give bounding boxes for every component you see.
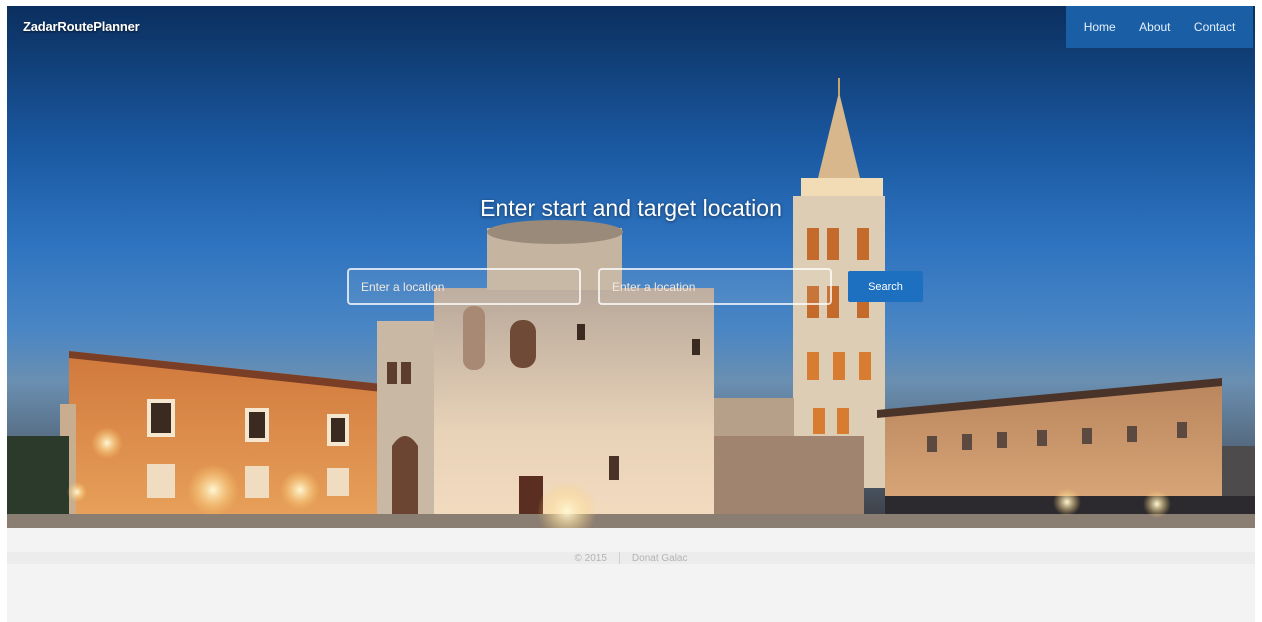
nav-contact-link[interactable]: Contact (1194, 20, 1235, 34)
footer-author: Donat Galac (631, 552, 688, 564)
page-frame: ZadarRoutePlanner Home About Contact Ent… (7, 6, 1255, 622)
start-location-input[interactable] (347, 268, 581, 305)
footer: © 2015 Donat Galac (7, 552, 1255, 564)
footer-divider (618, 552, 620, 564)
hero-section: ZadarRoutePlanner Home About Contact Ent… (7, 6, 1255, 528)
target-location-input[interactable] (598, 268, 832, 305)
footer-copyright: © 2015 (574, 552, 607, 564)
search-button[interactable]: Search (848, 271, 923, 302)
nav-home-link[interactable]: Home (1084, 20, 1116, 34)
hero-heading: Enter start and target location (480, 195, 782, 221)
top-nav: Home About Contact (1066, 6, 1253, 48)
nav-about-link[interactable]: About (1139, 20, 1170, 34)
hero-background-image (7, 78, 1255, 528)
brand-title[interactable]: ZadarRoutePlanner (23, 19, 140, 34)
